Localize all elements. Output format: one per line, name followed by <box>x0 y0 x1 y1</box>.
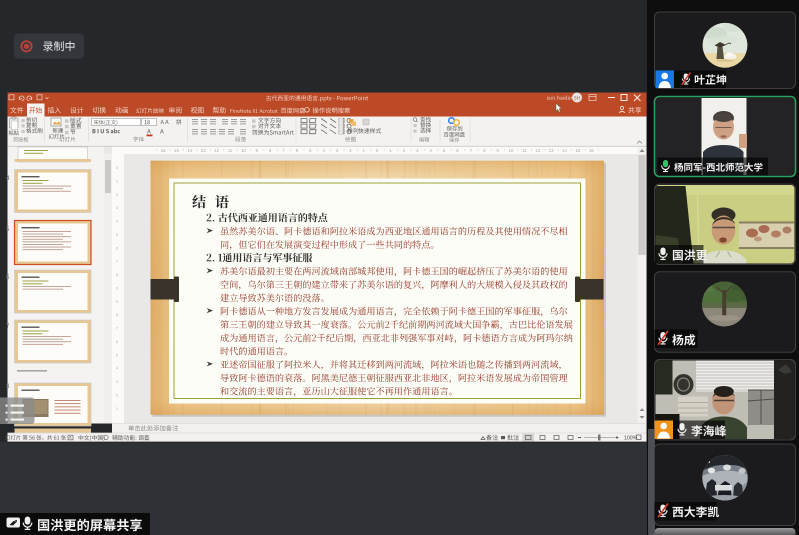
svg-text:14: 14 <box>188 148 193 153</box>
svg-text:12: 12 <box>214 148 219 153</box>
svg-text:14: 14 <box>562 148 567 153</box>
svg-text:11: 11 <box>522 148 527 153</box>
svg-text:10: 10 <box>509 148 514 153</box>
svg-text:16: 16 <box>589 148 594 153</box>
svg-text:16: 16 <box>161 148 166 153</box>
svg-text:13: 13 <box>549 148 554 153</box>
svg-text:100%: 100% <box>624 436 638 442</box>
svg-text:15: 15 <box>576 148 581 153</box>
svg-text:13: 13 <box>201 148 206 153</box>
svg-text:12: 12 <box>535 148 540 153</box>
svg-text:10: 10 <box>241 148 246 153</box>
svg-text:11: 11 <box>228 148 233 153</box>
svg-text:15: 15 <box>174 148 179 153</box>
